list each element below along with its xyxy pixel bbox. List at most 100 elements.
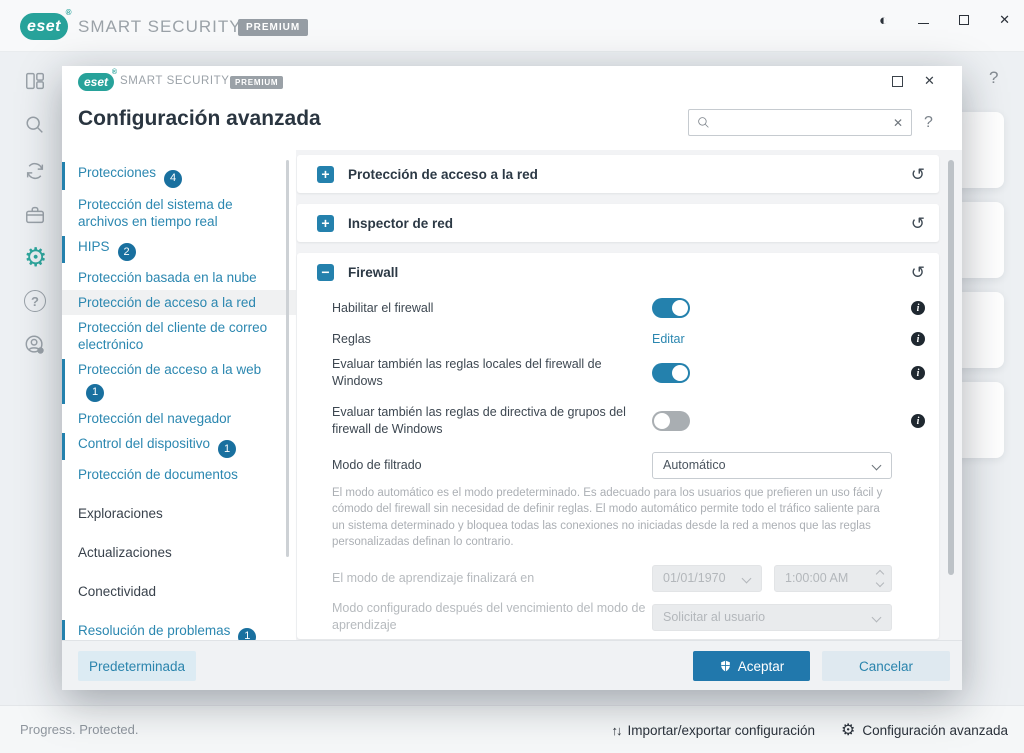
eset-logo: eset ® bbox=[78, 69, 117, 91]
revert-icon[interactable]: ↺ bbox=[911, 215, 925, 232]
section-header[interactable]: + Inspector de red ↺ bbox=[297, 204, 939, 242]
nav-item-exploraciones[interactable]: Exploraciones bbox=[62, 501, 296, 526]
sidebar-item-setup[interactable]: ⚙ bbox=[24, 244, 47, 270]
count-badge: 4 bbox=[164, 169, 183, 188]
sidebar-item-scan[interactable]: E bbox=[24, 114, 80, 136]
advanced-setup-label: Configuración avanzada bbox=[862, 722, 1008, 738]
select-value: Solicitar al usuario bbox=[663, 610, 766, 625]
maximize-icon[interactable] bbox=[892, 76, 903, 87]
accept-button[interactable]: Aceptar bbox=[693, 651, 810, 681]
nav-item-label: Protección del navegador bbox=[78, 410, 232, 426]
product-name: SMART SECURITY bbox=[120, 75, 230, 87]
minimize-icon[interactable] bbox=[918, 16, 930, 24]
nav-item-proteccion-correo[interactable]: Protección del cliente de correo electró… bbox=[62, 315, 296, 357]
nav-item-label: Protección de acceso a la red bbox=[78, 295, 256, 310]
nav-item-control-dispositivo[interactable]: Control del dispositivo 1 bbox=[62, 431, 296, 463]
accept-button-label: Aceptar bbox=[737, 658, 785, 674]
help-icon[interactable]: ? bbox=[989, 68, 998, 88]
nav-item-label: Exploraciones bbox=[78, 506, 163, 521]
nav-item-protecciones[interactable]: Protecciones 4 bbox=[62, 160, 296, 192]
premium-badge: PREMIUM bbox=[238, 19, 309, 36]
sidebar-item-update[interactable]: A bbox=[24, 160, 80, 182]
setting-row-learning-config: Configuración del modo de aprendizaje Ed… bbox=[297, 638, 939, 639]
dialog-footer: Predeterminada Aceptar Cancelar bbox=[62, 640, 962, 690]
nav-item-conectividad[interactable]: Conectividad bbox=[62, 579, 296, 604]
close-icon[interactable]: ✕ bbox=[924, 73, 935, 89]
content-scrollbar[interactable] bbox=[948, 160, 954, 575]
registered-mark: ® bbox=[111, 69, 117, 76]
setting-row-eval-policy-rules: Evaluar también las reglas de directiva … bbox=[297, 399, 939, 443]
setting-row-rules: Reglas Editar i bbox=[297, 325, 939, 353]
nav-item-proteccion-navegador[interactable]: Protección del navegador bbox=[62, 406, 296, 431]
default-button-label: Predeterminada bbox=[88, 658, 186, 674]
filtering-mode-select[interactable]: Automático bbox=[652, 451, 892, 479]
nav-item-label: Protección del cliente de correo electró… bbox=[78, 320, 268, 352]
nav-item-proteccion-nube[interactable]: Protección basada en la nube bbox=[62, 265, 296, 290]
nav-item-label: Protección basada en la nube bbox=[78, 270, 257, 285]
info-icon[interactable]: i bbox=[911, 366, 925, 380]
expand-icon[interactable]: + bbox=[317, 214, 334, 232]
section-title: Firewall bbox=[348, 264, 399, 280]
default-button[interactable]: Predeterminada bbox=[78, 651, 196, 681]
screen: eset ® SMART SECURITY PREMIUM ◐ ✕ V E A … bbox=[0, 0, 1024, 753]
section-header[interactable]: + Protección de acceso a la red ↺ bbox=[297, 155, 939, 193]
theme-toggle-icon[interactable]: ◐ bbox=[879, 12, 888, 29]
setting-row-filtering-mode: Modo de filtrado Automático bbox=[297, 447, 939, 483]
info-icon[interactable]: i bbox=[911, 301, 925, 315]
question-circle-icon: ? bbox=[24, 290, 46, 312]
search-input[interactable] bbox=[716, 115, 887, 130]
import-export-link[interactable]: ↑↓ Importar/exportar configuración bbox=[611, 723, 815, 738]
nav-item-proteccion-acceso-red[interactable]: Protección de acceso a la red bbox=[62, 290, 296, 315]
nav-item-proteccion-sistema-archivos[interactable]: Protección del sistema de archivos en ti… bbox=[62, 192, 296, 234]
learning-end-time-spinner: 1:00:00 AM bbox=[774, 564, 892, 592]
close-icon[interactable]: ✕ bbox=[999, 12, 1010, 28]
edit-link[interactable]: Editar bbox=[652, 332, 685, 346]
sidebar-item-tools[interactable]: H bbox=[24, 204, 81, 226]
section-header[interactable]: − Firewall ↺ bbox=[297, 253, 939, 291]
nav-item-actualizaciones[interactable]: Actualizaciones bbox=[62, 540, 296, 565]
nav-scrollbar[interactable] bbox=[286, 160, 289, 557]
toggle-on[interactable] bbox=[652, 298, 690, 318]
setting-row-enable-firewall: Habilitar el firewall i bbox=[297, 291, 939, 325]
advanced-setup-dialog: eset ® SMART SECURITY PREMIUM ✕ Configur… bbox=[62, 66, 962, 690]
nav-item-proteccion-web[interactable]: Protección de acceso a la web 1 bbox=[62, 357, 296, 406]
filtering-mode-description: El modo automático es el modo predetermi… bbox=[332, 487, 883, 548]
chevron-down-icon bbox=[871, 612, 882, 623]
setting-label: Evaluar también las reglas locales del f… bbox=[332, 357, 602, 388]
sidebar-item-help[interactable]: ? A bbox=[24, 290, 80, 312]
user-icon bbox=[25, 335, 44, 354]
cancel-button[interactable]: Cancelar bbox=[822, 651, 950, 681]
nav-item-resolucion-problemas[interactable]: Resolución de problemas 1 bbox=[62, 618, 296, 640]
revert-icon[interactable]: ↺ bbox=[911, 264, 925, 281]
expand-icon[interactable]: + bbox=[317, 165, 334, 183]
setting-label: Modo configurado después del vencimiento… bbox=[332, 601, 646, 633]
sidebar-item-account[interactable]: C bbox=[24, 334, 81, 356]
revert-icon[interactable]: ↺ bbox=[911, 166, 925, 183]
mode-after-select: Solicitar al usuario bbox=[652, 603, 892, 631]
page-title: Configuración avanzada bbox=[78, 107, 321, 130]
import-export-label: Importar/exportar configuración bbox=[627, 722, 816, 738]
sidebar-item-overview[interactable]: V bbox=[24, 70, 80, 92]
info-icon[interactable]: i bbox=[911, 332, 925, 346]
advanced-setup-link[interactable]: ⚙ Configuración avanzada bbox=[841, 720, 1008, 740]
collapse-icon[interactable]: − bbox=[317, 263, 334, 281]
toggle-on[interactable] bbox=[652, 363, 690, 383]
nav-item-label: Resolución de problemas bbox=[78, 623, 231, 638]
info-icon[interactable]: i bbox=[911, 414, 925, 428]
toggle-off[interactable] bbox=[652, 411, 690, 431]
spinner-value: 1:00:00 AM bbox=[785, 571, 849, 586]
eset-logo: eset ® bbox=[20, 8, 71, 40]
uac-shield-icon bbox=[720, 660, 730, 672]
help-icon[interactable]: ? bbox=[924, 114, 933, 132]
nav-item-label: Protección del sistema de archivos en ti… bbox=[78, 196, 233, 229]
count-badge: 1 bbox=[86, 383, 104, 402]
status-text: Progress. Protected. bbox=[20, 722, 139, 737]
nav-item-hips[interactable]: HIPS 2 bbox=[62, 234, 296, 266]
maximize-icon[interactable] bbox=[959, 15, 970, 25]
settings-content: + Protección de acceso a la red ↺ + Insp… bbox=[296, 150, 962, 640]
section-card-firewall: − Firewall ↺ Habilitar el firewall i Reg… bbox=[297, 253, 939, 639]
count-badge: 1 bbox=[238, 627, 257, 640]
nav-item-label: HIPS bbox=[78, 238, 110, 254]
clear-search-icon[interactable]: ✕ bbox=[893, 116, 903, 130]
nav-item-proteccion-documentos[interactable]: Protección de documentos bbox=[62, 462, 296, 487]
